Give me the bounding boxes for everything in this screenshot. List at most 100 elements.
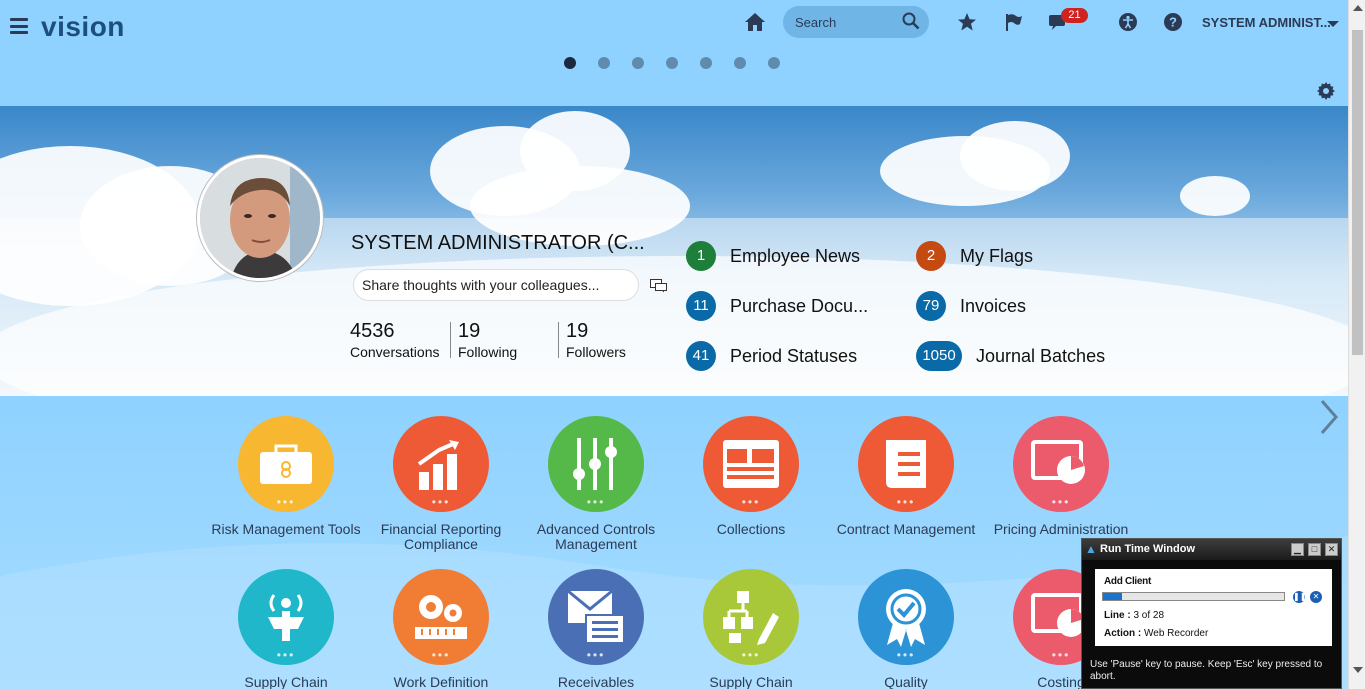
app-tile[interactable]: ••• Pricing Administration [986,416,1136,537]
notifications-badge: 21 [1061,8,1088,23]
more-options-icon[interactable]: ••• [548,496,644,508]
line-label: Line : [1104,610,1131,621]
badge-icon[interactable]: ••• [858,569,954,665]
app-tile[interactable]: ••• Supply Chain [211,569,361,689]
app-tile-label: Advanced Controls Management [536,521,656,552]
more-options-icon[interactable]: ••• [393,649,489,661]
more-options-icon[interactable]: ••• [858,496,954,508]
page-dot[interactable] [666,57,678,69]
task-heading: Add Client [1104,576,1151,587]
worklist-label: Period Statuses [730,345,858,366]
page-dot[interactable] [564,57,576,69]
recorder-logo-icon: ▲ [1085,542,1097,556]
abort-button[interactable]: ✕ [1310,591,1322,603]
window-titlebar[interactable]: ▲ Run Time Window ▁ □ ✕ [1082,539,1341,560]
page-dot[interactable] [632,57,644,69]
app-tile-label: Financial Reporting Compliance [380,521,502,552]
app-tile[interactable]: ••• Risk Management Tools [211,416,361,537]
user-menu[interactable]: SYSTEM ADMINIST... [1202,15,1331,30]
stat-followers[interactable]: 19 Followers [566,320,626,360]
profile-name[interactable]: SYSTEM ADMINISTRATOR (C... [351,232,645,255]
accessibility-icon[interactable] [1116,10,1140,34]
chevron-down-icon[interactable] [1327,21,1339,27]
pricing-icon[interactable]: ••• [1013,416,1109,512]
app-tile[interactable]: ••• Supply Chain [676,569,826,689]
worklist-invoices[interactable]: 79 Invoices [916,291,1026,321]
more-options-icon[interactable]: ••• [703,649,799,661]
stat-label: Following [458,344,518,360]
close-button[interactable]: ✕ [1325,543,1338,556]
more-options-icon[interactable]: ••• [858,649,954,661]
avatar[interactable] [197,155,323,281]
dashboard-icon[interactable]: ••• [703,416,799,512]
pause-button[interactable]: ❚❚ [1293,591,1306,603]
navigator-menu-icon[interactable] [10,18,28,34]
share-thoughts-input[interactable] [362,277,632,293]
share-box[interactable] [353,269,639,301]
worklist-purchase-documents[interactable]: 11 Purchase Docu... [686,291,868,321]
worklist-period-statuses[interactable]: 41 Period Statuses [686,341,857,371]
scroll-icon[interactable]: ••• [858,416,954,512]
briefcase-icon[interactable]: ••• [238,416,334,512]
more-options-icon[interactable]: ••• [703,496,799,508]
app-tile-label: Receivables [557,674,635,689]
search-input[interactable] [795,12,905,32]
bar-chart-icon[interactable]: ••• [393,416,489,512]
org-chart-icon[interactable]: ••• [703,569,799,665]
app-tile[interactable]: ••• Contract Management [831,416,981,537]
worklist-employee-news[interactable]: 1 Employee News [686,241,860,271]
stat-following[interactable]: 19 Following [458,320,517,360]
more-options-icon[interactable]: ••• [393,496,489,508]
more-options-icon[interactable]: ••• [238,649,334,661]
favorites-star-icon[interactable] [955,10,979,34]
help-text: Use 'Pause' key to pause. Keep 'Esc' key… [1090,659,1323,682]
app-tile[interactable]: ••• Financial Reporting Compliance [366,416,516,552]
line-value: 3 of 28 [1133,610,1165,621]
minimize-button[interactable]: ▁ [1291,543,1304,556]
worklist-my-flags[interactable]: 2 My Flags [916,241,1033,271]
antenna-icon[interactable]: ••• [238,569,334,665]
more-options-icon[interactable]: ••• [548,649,644,661]
chevron-right-icon[interactable] [1318,398,1340,436]
gear-icon[interactable] [1317,82,1335,106]
home-icon[interactable] [743,10,767,34]
page-indicator [564,57,780,69]
stat-conversations[interactable]: 4536 Conversations [350,320,440,360]
page-dot[interactable] [700,57,712,69]
search-box[interactable] [783,6,929,38]
action-label: Action : [1104,628,1142,639]
page-dot[interactable] [734,57,746,69]
maximize-button[interactable]: □ [1308,543,1321,556]
scroll-thumb[interactable] [1352,30,1363,355]
search-icon[interactable] [902,12,920,30]
divider [558,322,559,358]
page-dot[interactable] [768,57,780,69]
app-tile[interactable]: ••• Advanced Controls Management [521,416,671,552]
help-icon[interactable]: ? [1161,10,1185,34]
sliders-icon[interactable]: ••• [548,416,644,512]
count-badge: 2 [916,241,946,271]
app-logo[interactable]: vision [41,11,125,43]
page-dot[interactable] [598,57,610,69]
more-options-icon[interactable]: ••• [238,496,334,508]
gears-icon[interactable]: ••• [393,569,489,665]
app-tile[interactable]: ••• Work Definition [366,569,516,689]
app-tile-label: Collections [716,521,786,537]
flags-icon[interactable] [1002,10,1026,34]
scroll-up-arrow[interactable] [1353,5,1363,11]
more-options-icon[interactable]: ••• [1013,496,1109,508]
worklist-label: Invoices [960,295,1027,316]
vertical-scrollbar[interactable] [1348,0,1365,689]
progress-bar [1102,592,1285,601]
count-badge: 11 [686,291,716,321]
app-tile-label: Quality [884,674,928,689]
worklist-journal-batches[interactable]: 1050 Journal Batches [916,341,1105,371]
app-tile-label: Contract Management [836,521,976,537]
conversation-icon[interactable] [650,279,667,293]
app-tile[interactable]: ••• Quality [831,569,981,689]
app-tile-label: Pricing Administration [993,521,1129,537]
app-tile[interactable]: ••• Collections [676,416,826,537]
scroll-down-arrow[interactable] [1353,667,1363,673]
app-tile[interactable]: ••• Receivables [521,569,671,689]
envelope-icon[interactable]: ••• [548,569,644,665]
